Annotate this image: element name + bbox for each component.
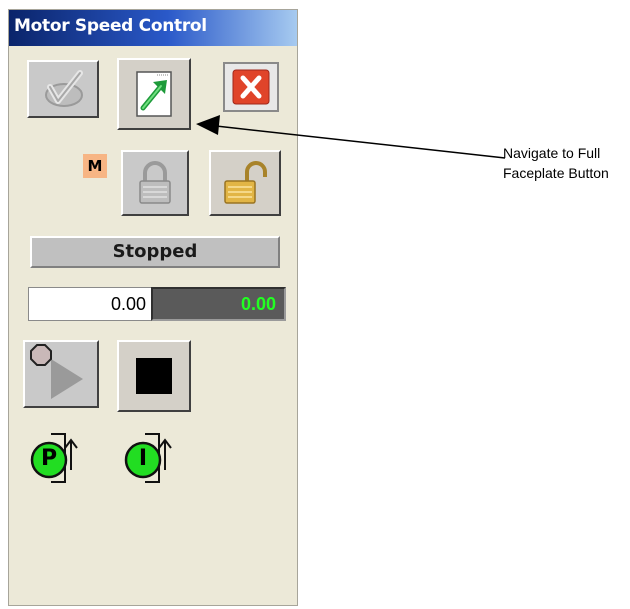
annotation-line-1: Navigate to Full bbox=[503, 145, 601, 161]
annotation-arrow bbox=[196, 115, 506, 159]
annotation-label: Navigate to Full Faceplate Button bbox=[503, 143, 609, 183]
annotation-line-2: Faceplate Button bbox=[503, 165, 609, 181]
